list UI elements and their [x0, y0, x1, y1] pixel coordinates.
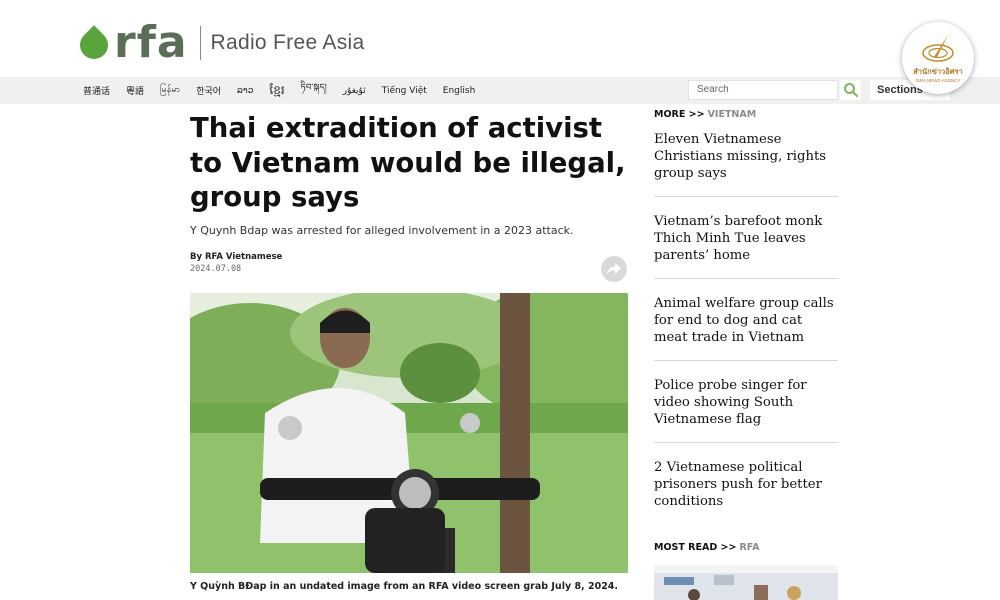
related-story-link[interactable]: Police probe singer for video showing So… — [654, 377, 838, 428]
lang-khmer[interactable]: ខ្មែរ — [269, 82, 284, 100]
badge-subtitle: ISRA NEWS AGENCY — [915, 78, 961, 83]
article-date: 2024.07.08 — [190, 264, 242, 274]
more-section-heading[interactable]: MORE >> VIETNAM — [654, 109, 756, 120]
logo-divider — [199, 26, 201, 60]
related-stories-list: Eleven Vietnamese Christians missing, ri… — [654, 131, 838, 540]
logo-drop-icon — [74, 25, 114, 65]
lang-uyghur[interactable]: ئۇيغۇر — [343, 86, 366, 96]
list-item: 2 Vietnamese political prisoners push fo… — [654, 459, 838, 524]
lang-english[interactable]: English — [443, 86, 476, 96]
lang-burmese[interactable]: မြန်မာ — [160, 84, 180, 97]
share-button[interactable] — [601, 256, 627, 282]
most-read-heading[interactable]: MOST READ >> RFA — [654, 542, 760, 553]
news-agency-badge: สำนักข่าวอิศรา ISRA NEWS AGENCY — [902, 22, 974, 94]
more-label: MORE >> — [654, 109, 705, 120]
lang-cantonese[interactable]: 粵語 — [126, 84, 144, 97]
search-icon — [843, 83, 858, 98]
related-story-link[interactable]: Eleven Vietnamese Christians missing, ri… — [654, 131, 838, 182]
most-read-label: MOST READ >> — [654, 542, 737, 553]
site-name: Radio Free Asia — [210, 31, 365, 54]
photo-illustration — [190, 293, 628, 573]
search-input[interactable]: Search — [688, 80, 838, 100]
list-item: Eleven Vietnamese Christians missing, ri… — [654, 131, 838, 197]
lang-tibetan[interactable]: ཏིབ་སྐད། — [301, 78, 327, 103]
site-logo[interactable]: rfa Radio Free Asia — [74, 17, 365, 68]
language-list: 普通话 粵語 မြန်မာ 한국어 ລາວ ខ្មែរ ཏིབ་སྐད། ئۇي… — [83, 77, 491, 104]
lang-lao[interactable]: ລາວ — [237, 86, 253, 96]
article-headline: Thai extradition of activist to Vietnam … — [190, 112, 626, 213]
lang-korean[interactable]: 한국어 — [196, 84, 221, 97]
related-story-link[interactable]: 2 Vietnamese political prisoners push fo… — [654, 459, 838, 510]
list-item: Animal welfare group calls for end to do… — [654, 295, 838, 361]
most-read-thumbnail[interactable] — [654, 565, 838, 600]
photo-caption: Y Quỳnh BĐap in an undated image from an… — [190, 581, 619, 592]
related-story-link[interactable]: Animal welfare group calls for end to do… — [654, 295, 838, 346]
quill-logo-icon — [922, 35, 954, 62]
article-dek: Y Quynh Bdap was arrested for alleged in… — [190, 224, 574, 237]
most-read-category: RFA — [739, 542, 760, 553]
list-item: Police probe singer for video showing So… — [654, 377, 838, 443]
badge-name: สำนักข่าวอิศรา — [913, 67, 963, 76]
share-arrow-icon — [607, 263, 621, 275]
thumbnail-illustration — [654, 565, 838, 600]
search-button[interactable] — [840, 80, 861, 100]
article-byline[interactable]: By RFA Vietnamese — [190, 252, 282, 262]
list-item: Vietnam’s barefoot monk Thich Minh Tue l… — [654, 213, 838, 279]
related-story-link[interactable]: Vietnam’s barefoot monk Thich Minh Tue l… — [654, 213, 838, 264]
more-category: VIETNAM — [707, 109, 757, 120]
lang-mandarin[interactable]: 普通话 — [83, 84, 110, 97]
logo-wordmark: rfa — [114, 17, 188, 68]
article-photo — [190, 293, 628, 573]
lang-vietnamese[interactable]: Tiếng Việt — [382, 86, 427, 96]
